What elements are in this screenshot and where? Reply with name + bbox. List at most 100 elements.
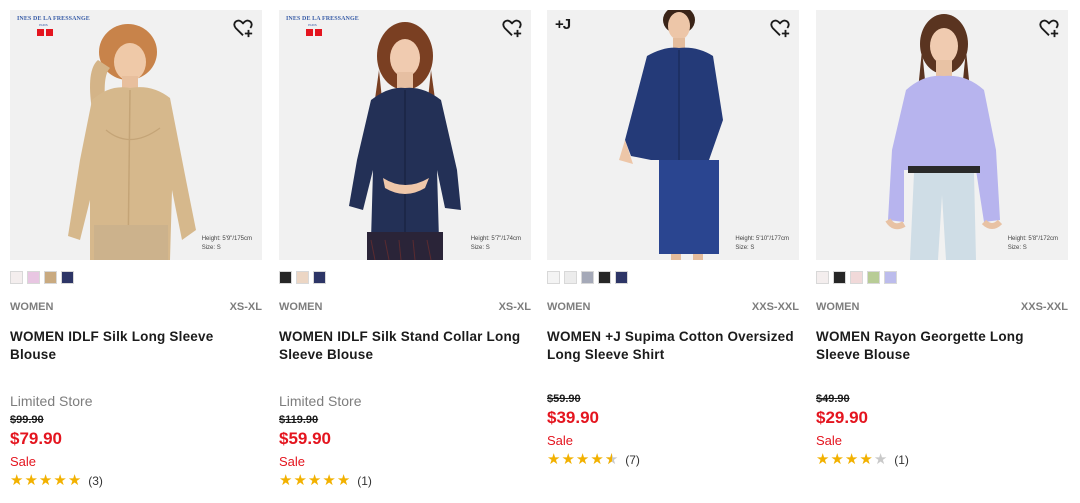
model-height-note: Height: 5'10"/177cm Size: S [735, 235, 789, 253]
product-meta: WOMEN XXS-XXL [547, 301, 799, 315]
star-icon: ★ [830, 451, 844, 468]
sale-price: $79.90 [10, 429, 62, 448]
brand-city: PARIS [308, 23, 317, 27]
star-icon: ★★ [604, 451, 619, 468]
model-height: Height: 5'8"/172cm [1007, 236, 1058, 242]
model-height-note: Height: 5'8"/172cm Size: S [1008, 235, 1058, 253]
color-swatch[interactable] [564, 271, 577, 284]
star-icon: ★ [590, 451, 604, 468]
color-swatches [816, 271, 897, 284]
review-count: (7) [625, 452, 640, 467]
heart-plus-icon[interactable] [769, 17, 791, 39]
star-rating[interactable]: ★ ★ ★ ★ ★ (1) [279, 473, 372, 488]
original-price: $49.90 [816, 393, 850, 405]
star-icon: ★ [279, 472, 293, 489]
product-image[interactable]: INES DE LA FRESSANGE PARIS Height: 5'7"/… [279, 10, 531, 260]
star-icon: ★ [873, 451, 888, 468]
sale-price: $29.90 [816, 408, 868, 427]
color-swatch[interactable] [547, 271, 560, 284]
product-image[interactable]: Height: 5'8"/172cm Size: S [816, 10, 1068, 260]
star-icon: ★ [307, 472, 322, 489]
heart-plus-icon[interactable] [501, 17, 523, 39]
product-name[interactable]: WOMEN Rayon Georgette Long Sleeve Blouse [816, 328, 1068, 364]
product-name[interactable]: WOMEN IDLF Silk Stand Collar Long Sleeve… [279, 328, 531, 364]
model-size: Size: S [735, 245, 755, 251]
product-card[interactable]: +J Height: 5'10"/177cm Size: S WOMEN XXS… [547, 10, 799, 496]
star-icon: ★ [24, 472, 38, 489]
model-height: Height: 5'9"/175cm [201, 236, 252, 242]
product-image[interactable]: INES DE LA FRESSANGE PARIS Height: 5'9"/… [10, 10, 262, 260]
product-name[interactable]: WOMEN IDLF Silk Long Sleeve Blouse [10, 328, 262, 364]
star-icon: ★ [816, 451, 830, 468]
model-height: Height: 5'10"/177cm [735, 236, 789, 242]
limited-store-label: Limited Store [10, 393, 93, 409]
ines-brand-logo: INES DE LA FRESSANGE PARIS [17, 16, 90, 44]
color-swatches [279, 271, 326, 284]
original-price: $119.90 [279, 414, 319, 426]
color-swatch[interactable] [296, 271, 309, 284]
sale-label: Sale [279, 454, 306, 469]
star-icon: ★ [844, 451, 859, 468]
star-rating[interactable]: ★ ★ ★ ★ ★ (3) [10, 473, 103, 488]
original-price: $99.90 [10, 414, 44, 426]
size-range: XS-XL [229, 301, 262, 313]
star-icon: ★ [38, 472, 53, 489]
color-swatch[interactable] [598, 271, 611, 284]
color-swatch[interactable] [279, 271, 292, 284]
size-range: XXS-XXL [751, 301, 799, 313]
original-price: $59.90 [547, 393, 581, 405]
model-photo [10, 10, 262, 260]
star-icon: ★ [10, 472, 24, 489]
uniqlo-logo [37, 29, 77, 36]
brand-city: PARIS [39, 23, 48, 27]
color-swatch[interactable] [313, 271, 326, 284]
heart-plus-icon[interactable] [232, 17, 254, 39]
product-card[interactable]: INES DE LA FRESSANGE PARIS Height: 5'7"/… [279, 10, 531, 496]
color-swatch[interactable] [581, 271, 594, 284]
star-rating[interactable]: ★ ★ ★ ★ ★ (1) [816, 452, 909, 467]
model-photo [547, 10, 799, 260]
model-photo [279, 10, 531, 260]
model-height: Height: 5'7"/174cm [470, 236, 521, 242]
star-icon: ★ [322, 472, 336, 489]
star-icon: ★ [336, 472, 351, 489]
sale-price: $39.90 [547, 408, 599, 427]
model-size: Size: S [1007, 245, 1027, 251]
gender-label: WOMEN [816, 301, 860, 313]
review-count: (1) [357, 473, 372, 488]
gender-label: WOMEN [10, 301, 54, 313]
product-meta: WOMEN XXS-XXL [816, 301, 1068, 315]
sale-label: Sale [10, 454, 37, 469]
model-height-note: Height: 5'7"/174cm Size: S [471, 235, 521, 253]
model-height-note: Height: 5'9"/175cm Size: S [202, 235, 252, 253]
sale-price: $59.90 [279, 429, 331, 448]
brand-name: INES DE LA FRESSANGE [286, 16, 359, 22]
model-size: Size: S [201, 245, 221, 251]
product-image[interactable]: +J Height: 5'10"/177cm Size: S [547, 10, 799, 260]
color-swatch[interactable] [615, 271, 628, 284]
color-swatch[interactable] [61, 271, 74, 284]
color-swatch[interactable] [816, 271, 829, 284]
color-swatch[interactable] [884, 271, 897, 284]
star-icon: ★ [859, 451, 873, 468]
star-icon: ★ [293, 472, 307, 489]
color-swatch[interactable] [850, 271, 863, 284]
gender-label: WOMEN [279, 301, 323, 313]
star-icon: ★ [67, 472, 82, 489]
model-photo [816, 10, 1068, 260]
brand-name: INES DE LA FRESSANGE [17, 16, 90, 22]
color-swatch[interactable] [833, 271, 846, 284]
color-swatches [547, 271, 628, 284]
star-rating[interactable]: ★ ★ ★ ★ ★★ (7) [547, 452, 640, 467]
color-swatch[interactable] [10, 271, 23, 284]
color-swatch[interactable] [867, 271, 880, 284]
product-card[interactable]: Height: 5'8"/172cm Size: S WOMEN XXS-XXL… [816, 10, 1068, 496]
color-swatch[interactable] [44, 271, 57, 284]
review-count: (1) [894, 452, 909, 467]
product-card[interactable]: INES DE LA FRESSANGE PARIS Height: 5'9"/… [10, 10, 262, 496]
color-swatch[interactable] [27, 271, 40, 284]
heart-plus-icon[interactable] [1038, 17, 1060, 39]
review-count: (3) [88, 473, 103, 488]
product-name[interactable]: WOMEN +J Supima Cotton Oversized Long Sl… [547, 328, 799, 364]
size-range: XS-XL [498, 301, 531, 313]
